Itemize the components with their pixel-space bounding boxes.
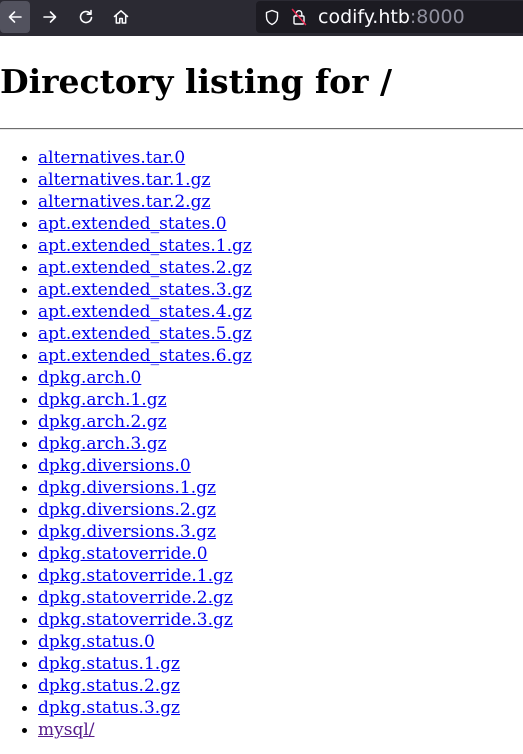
list-item: dpkg.statoverride.3.gz xyxy=(38,609,252,631)
reload-icon xyxy=(79,9,93,24)
list-item: dpkg.diversions.0 xyxy=(38,455,252,477)
file-link[interactable]: apt.extended_states.4.gz xyxy=(38,302,252,322)
file-link[interactable]: alternatives.tar.1.gz xyxy=(38,170,210,190)
list-item: dpkg.diversions.1.gz xyxy=(38,477,252,499)
file-link[interactable]: alternatives.tar.2.gz xyxy=(38,192,210,212)
forward-arrow-icon xyxy=(43,11,57,23)
file-link[interactable]: apt.extended_states.1.gz xyxy=(38,236,252,256)
page-title: Directory listing for / xyxy=(0,62,393,101)
reload-button[interactable] xyxy=(71,1,101,33)
list-item: dpkg.status.3.gz xyxy=(38,697,252,719)
file-link[interactable]: apt.extended_states.2.gz xyxy=(38,258,252,278)
list-item: apt.extended_states.4.gz xyxy=(38,301,252,323)
file-link[interactable]: dpkg.diversions.3.gz xyxy=(38,522,216,542)
url-host: codify.htb xyxy=(318,6,410,28)
file-link[interactable]: dpkg.status.1.gz xyxy=(38,654,180,674)
file-link[interactable]: dpkg.diversions.1.gz xyxy=(38,478,216,498)
shield-icon[interactable] xyxy=(264,9,280,26)
file-link[interactable]: dpkg.arch.2.gz xyxy=(38,412,167,432)
file-link[interactable]: apt.extended_states.6.gz xyxy=(38,346,252,366)
list-item: dpkg.statoverride.1.gz xyxy=(38,565,252,587)
file-link[interactable]: dpkg.status.0 xyxy=(38,632,155,652)
list-item: dpkg.arch.1.gz xyxy=(38,389,252,411)
list-item: apt.extended_states.6.gz xyxy=(38,345,252,367)
list-item: dpkg.diversions.2.gz xyxy=(38,499,252,521)
list-item: dpkg.arch.3.gz xyxy=(38,433,252,455)
divider xyxy=(0,128,523,130)
list-item: apt.extended_states.1.gz xyxy=(38,235,252,257)
list-item: alternatives.tar.0 xyxy=(38,147,252,169)
directory-link[interactable]: mysql/ xyxy=(38,720,95,740)
url-port: :8000 xyxy=(409,6,465,28)
browser-toolbar: codify.htb:8000 xyxy=(0,0,523,36)
list-item: apt.extended_states.3.gz xyxy=(38,279,252,301)
list-item: alternatives.tar.2.gz xyxy=(38,191,252,213)
list-item: dpkg.diversions.3.gz xyxy=(38,521,252,543)
file-link[interactable]: dpkg.status.3.gz xyxy=(38,698,180,718)
list-item: dpkg.arch.2.gz xyxy=(38,411,252,433)
file-link[interactable]: dpkg.statoverride.3.gz xyxy=(38,610,233,630)
list-item: dpkg.arch.0 xyxy=(38,367,252,389)
url-text[interactable]: codify.htb:8000 xyxy=(318,5,465,29)
file-link[interactable]: apt.extended_states.0 xyxy=(38,214,227,234)
file-link[interactable]: dpkg.arch.0 xyxy=(38,368,141,388)
address-bar[interactable]: codify.htb:8000 xyxy=(256,1,523,33)
file-link[interactable]: apt.extended_states.5.gz xyxy=(38,324,252,344)
list-item: alternatives.tar.1.gz xyxy=(38,169,252,191)
list-item: dpkg.statoverride.2.gz xyxy=(38,587,252,609)
file-list: alternatives.tar.0alternatives.tar.1.gza… xyxy=(0,147,252,741)
file-link[interactable]: dpkg.arch.1.gz xyxy=(38,390,167,410)
back-button[interactable] xyxy=(0,1,30,33)
list-item: apt.extended_states.0 xyxy=(38,213,252,235)
list-item: apt.extended_states.5.gz xyxy=(38,323,252,345)
file-link[interactable]: dpkg.statoverride.1.gz xyxy=(38,566,233,586)
home-button[interactable] xyxy=(106,1,136,33)
list-item: mysql/ xyxy=(38,719,252,741)
home-icon xyxy=(113,10,129,24)
file-link[interactable]: dpkg.diversions.0 xyxy=(38,456,191,476)
file-link[interactable]: dpkg.statoverride.2.gz xyxy=(38,588,233,608)
list-item: dpkg.status.0 xyxy=(38,631,252,653)
file-link[interactable]: dpkg.statoverride.0 xyxy=(38,544,208,564)
file-link[interactable]: dpkg.arch.3.gz xyxy=(38,434,167,454)
list-item: dpkg.statoverride.0 xyxy=(38,543,252,565)
file-link[interactable]: apt.extended_states.3.gz xyxy=(38,280,252,300)
list-item: apt.extended_states.2.gz xyxy=(38,257,252,279)
list-item: dpkg.status.2.gz xyxy=(38,675,252,697)
forward-button[interactable] xyxy=(35,1,65,33)
file-link[interactable]: alternatives.tar.0 xyxy=(38,148,185,168)
file-link[interactable]: dpkg.status.2.gz xyxy=(38,676,180,696)
insecure-lock-icon[interactable] xyxy=(291,8,307,26)
list-item: dpkg.status.1.gz xyxy=(38,653,252,675)
file-link[interactable]: dpkg.diversions.2.gz xyxy=(38,500,216,520)
back-arrow-icon xyxy=(8,11,22,23)
